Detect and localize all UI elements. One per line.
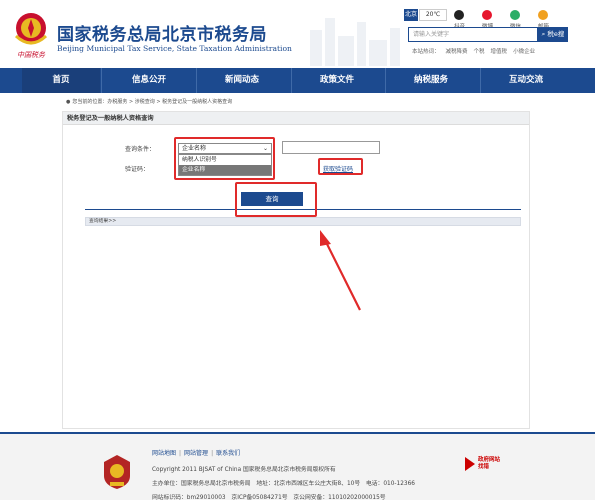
highlight-box-select — [174, 137, 275, 180]
nav-divider — [291, 68, 292, 93]
hot-word[interactable]: 个税 — [474, 49, 485, 55]
footer-sponsor: 主办单位：国家税务总局北京市税务局 地址：北京市西城区车公庄大街8、10号 电话… — [152, 481, 415, 487]
panel-title: 税务登记及一般纳税人资格查询 — [63, 112, 529, 125]
site-header: 中国税务 国家税务总局北京市税务局 Beijing Municipal Tax … — [0, 0, 595, 68]
site-title: 国家税务总局北京市税务局 — [57, 25, 267, 45]
hot-word[interactable]: 小微企业 — [513, 49, 535, 55]
weibo-link[interactable]: 微博 — [482, 9, 494, 30]
footer-link-sitemap[interactable]: 网站地图 — [152, 450, 176, 457]
hot-words-label: 本站热词： — [412, 49, 440, 55]
mail-link[interactable]: 邮箱 — [538, 9, 550, 30]
nav-divider — [480, 68, 481, 93]
footer-separator: | — [179, 450, 182, 457]
search-button[interactable]: ⌕ 税e搜 — [538, 27, 568, 42]
wechat-icon — [510, 9, 520, 20]
weibo-icon — [482, 9, 492, 20]
keyword-input[interactable] — [282, 141, 380, 154]
breadcrumb: ● 您当前的位置：办税服务 > 涉税查询 > 税务登记及一般纳税人资格查询 — [66, 98, 232, 105]
tax-badge-icon — [104, 455, 130, 489]
weather-temp: 20℃ — [419, 9, 447, 21]
error-report-icon — [465, 457, 475, 471]
nav-interaction[interactable]: 互动交流 — [485, 68, 567, 93]
search-input[interactable]: 请输入关键字 — [408, 27, 538, 42]
footer-links: 网站地图 | 网站管理 | 联系我们 — [152, 448, 240, 457]
location-pin-icon: ● — [66, 99, 71, 105]
nav-policy[interactable]: 政策文件 — [297, 68, 377, 93]
hot-word[interactable]: 增值税 — [491, 49, 508, 55]
footer-separator: | — [211, 450, 214, 457]
highlight-box-query — [235, 182, 317, 217]
footer-link-admin[interactable]: 网站管理 — [184, 450, 208, 457]
site-footer: 网站地图 | 网站管理 | 联系我们 Copyright 2011 BJSAT of C… — [0, 432, 595, 501]
weather-city: 北京 — [404, 9, 418, 21]
nav-info-public[interactable]: 信息公开 — [109, 68, 189, 93]
error-badge-text: 政府网站 找错 — [478, 457, 501, 470]
hot-word[interactable]: 减税降费 — [446, 49, 468, 55]
site-subtitle: Beijing Municipal Tax Service, State Tax… — [57, 44, 292, 53]
tax-emblem-icon: 中国税务 — [14, 13, 48, 59]
footer-link-contact[interactable]: 联系我们 — [216, 450, 240, 457]
highlight-box-captcha — [318, 158, 363, 175]
city-skyline-image — [310, 18, 400, 66]
nav-divider — [196, 68, 197, 93]
search-icon: ⌕ — [541, 30, 546, 38]
hot-words: 本站热词： 减税降费 个税 增值税 小微企业 — [412, 47, 541, 55]
nav-divider — [385, 68, 386, 93]
error-report-badge[interactable]: 政府网站 找错 — [460, 454, 520, 476]
footer-copyright: Copyright 2011 BJSAT of China 国家税务总局北京市税… — [152, 467, 336, 473]
nav-divider — [101, 68, 102, 93]
condition-label: 查询条件： — [125, 146, 156, 153]
nav-news[interactable]: 新闻动态 — [202, 68, 282, 93]
nav-home[interactable]: 首页 — [22, 68, 100, 93]
main-nav: 首页 信息公开 新闻动态 政策文件 纳税服务 互动交流 — [0, 68, 595, 93]
captcha-label: 验证码： — [125, 166, 150, 173]
mail-icon — [538, 9, 548, 20]
svg-text:中国税务: 中国税务 — [17, 51, 46, 59]
result-header: 查询结果>> — [85, 217, 521, 226]
nav-tax-service[interactable]: 纳税服务 — [390, 68, 472, 93]
breadcrumb-text: 您当前的位置：办税服务 > 涉税查询 > 税务登记及一般纳税人资格查询 — [72, 99, 233, 105]
wechat-link[interactable]: 微信 — [510, 9, 522, 30]
douyin-link[interactable]: 抖音 — [454, 9, 466, 30]
douyin-icon — [454, 9, 464, 20]
query-panel: 税务登记及一般纳税人资格查询 查询条件： 企业名称 ⌄ 纳税人识别号 企业名称 … — [62, 111, 530, 429]
